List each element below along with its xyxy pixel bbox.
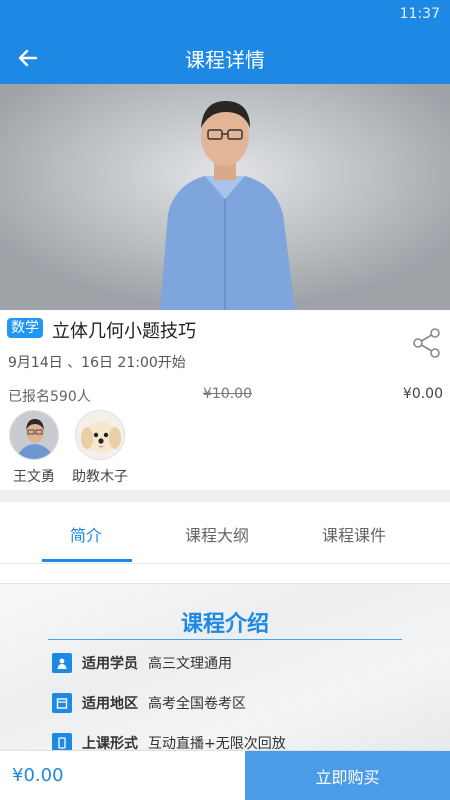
teacher-item[interactable]: 助教木子 [70, 410, 130, 486]
share-icon [413, 328, 440, 358]
course-intro-panel: 课程介绍 适用学员 高三文理通用 适用地区 高考全国卷考区 上课形式 互动直播+… [0, 583, 450, 750]
status-time: 11:37 [399, 6, 440, 22]
avatar [9, 410, 59, 460]
course-hero-image [0, 84, 450, 310]
bottom-bar: ¥0.00 立即购买 [0, 750, 450, 800]
bottom-price: ¥0.00 [12, 765, 64, 786]
original-price: ¥10.00 [203, 386, 252, 402]
teacher-name: 助教木子 [72, 469, 128, 485]
row-value: 高考全国卷考区 [148, 696, 246, 712]
teacher-photo [0, 84, 450, 310]
page-title: 课程详情 [185, 48, 265, 72]
calendar-icon [52, 693, 72, 713]
row-value: 互动直播+无限次回放 [148, 736, 286, 750]
app-bar: 课程详情 [0, 32, 450, 84]
tab-intro[interactable]: 简介 [70, 522, 102, 546]
dog-avatar [76, 411, 124, 459]
intro-row: 适用地区 高考全国卷考区 [52, 692, 246, 714]
tab-courseware[interactable]: 课程课件 [322, 522, 386, 546]
active-tab-indicator [42, 559, 132, 562]
course-price: ¥0.00 [402, 386, 443, 402]
row-label: 上课形式 [82, 736, 138, 750]
avatar [75, 410, 125, 460]
buy-button[interactable]: 立即购买 [245, 751, 450, 800]
intro-row: 上课形式 互动直播+无限次回放 [52, 732, 286, 750]
teacher-item[interactable]: 王文勇 [4, 410, 64, 486]
person-icon [52, 653, 72, 673]
intro-row: 适用学员 高三文理通用 [52, 652, 232, 674]
subject-badge: 数学 [7, 318, 43, 338]
tab-outline[interactable]: 课程大纲 [185, 522, 249, 546]
phone-icon [52, 733, 72, 750]
teacher-name: 王文勇 [13, 469, 55, 485]
section-divider [0, 490, 450, 502]
course-title: 立体几何小题技巧 [52, 321, 196, 342]
course-info: 数学 立体几何小题技巧 9月14日 、16日 21:00开始 已报名590人 ¥… [0, 310, 450, 490]
intro-divider [48, 639, 402, 640]
row-label: 适用地区 [82, 696, 138, 712]
course-schedule: 9月14日 、16日 21:00开始 [8, 355, 186, 371]
row-label: 适用学员 [82, 656, 138, 672]
row-value: 高三文理通用 [148, 656, 232, 672]
teacher-avatar [10, 411, 58, 459]
enrolled-count: 已报名590人 [8, 389, 91, 405]
intro-title: 课程介绍 [180, 612, 269, 637]
tab-bar: 简介 课程大纲 课程课件 [0, 502, 450, 564]
status-bar: 11:37 [0, 0, 450, 32]
share-button[interactable] [410, 326, 444, 360]
